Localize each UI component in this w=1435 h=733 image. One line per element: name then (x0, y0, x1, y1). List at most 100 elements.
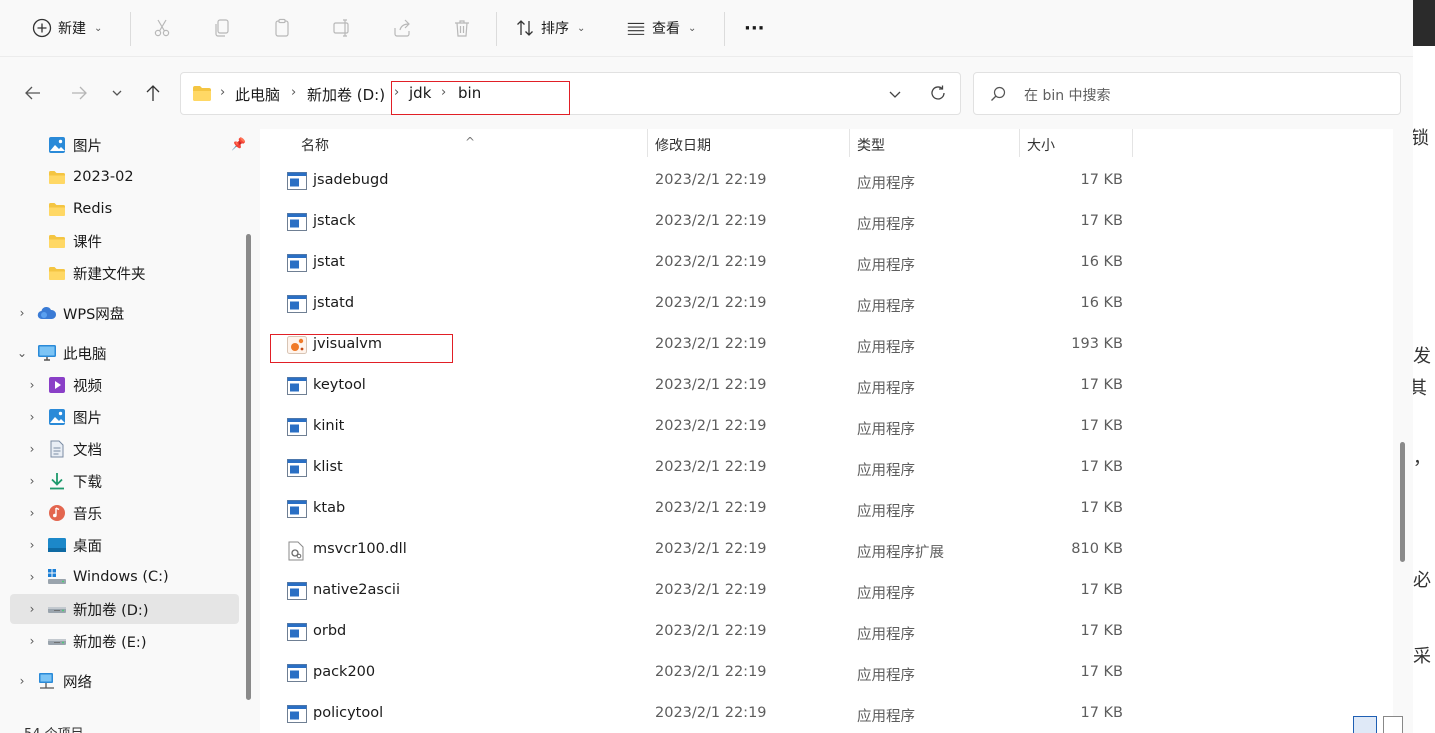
sidebar-item-label: 文档 (73, 442, 102, 459)
file-explorer-window: 新建 ⌄ 排序 ⌄ 查看 ⌄ ··· › 此电脑 › 新加卷 (D:) › jd… (0, 0, 1413, 733)
file-row[interactable]: jstack 2023/2/1 22:19 应用程序 17 KB (260, 201, 1393, 242)
rename-button[interactable] (332, 12, 352, 44)
sort-button[interactable]: 排序 ⌄ (515, 12, 585, 44)
chevron-right-icon[interactable]: › (25, 538, 39, 552)
sidebar-item-2023-02[interactable]: 2023-02 (10, 162, 239, 192)
sidebar-item-downloads[interactable]: › 下载 (10, 466, 239, 496)
breadcrumb-this-pc[interactable]: 此电脑 (235, 84, 280, 105)
file-row[interactable]: native2ascii 2023/2/1 22:19 应用程序 17 KB (260, 570, 1393, 611)
refresh-icon[interactable] (929, 84, 947, 106)
more-options-button[interactable]: ··· (744, 12, 765, 44)
column-header-size[interactable]: 大小 (1027, 135, 1055, 155)
file-row[interactable]: msvcr100.dll 2023/2/1 22:19 应用程序扩展 810 KB (260, 529, 1393, 570)
forward-button[interactable] (67, 81, 91, 105)
sidebar-item-drive-e[interactable]: › 新加卷 (E:) (10, 626, 239, 656)
address-bar[interactable]: › 此电脑 › 新加卷 (D:) › jdk › bin (180, 72, 961, 115)
sidebar-item-new-folder[interactable]: 新建文件夹 (10, 258, 239, 288)
background-titlebar (1413, 0, 1435, 46)
search-input[interactable]: 在 bin 中搜索 (973, 72, 1401, 115)
sidebar-item-drive-d[interactable]: › 新加卷 (D:) (10, 594, 239, 624)
computer-icon (37, 344, 57, 362)
file-name: klist (313, 459, 343, 475)
file-row[interactable]: orbd 2023/2/1 22:19 应用程序 17 KB (260, 611, 1393, 652)
sidebar-item-documents[interactable]: › 文档 (10, 434, 239, 464)
share-button[interactable] (392, 12, 412, 44)
file-row[interactable]: ktab 2023/2/1 22:19 应用程序 17 KB (260, 488, 1393, 529)
delete-button[interactable] (452, 12, 472, 44)
chevron-right-icon[interactable]: › (15, 306, 29, 320)
sidebar-scrollbar[interactable] (246, 234, 251, 700)
chevron-right-icon[interactable]: › (25, 474, 39, 488)
column-header-name[interactable]: 名称 (301, 135, 329, 155)
file-row[interactable]: jstatd 2023/2/1 22:19 应用程序 16 KB (260, 283, 1393, 324)
column-divider[interactable] (647, 129, 648, 157)
sidebar-item-label: 图片 (73, 410, 102, 427)
folder-icon (47, 168, 67, 186)
sidebar-item-music[interactable]: › 音乐 (10, 498, 239, 528)
file-row[interactable]: policytool 2023/2/1 22:19 应用程序 17 KB (260, 693, 1393, 733)
arrow-right-icon (72, 86, 87, 100)
sidebar-item-drive-c[interactable]: › Windows (C:) (10, 562, 239, 592)
view-button[interactable]: 查看 ⌄ (626, 12, 696, 44)
copy-button[interactable] (212, 12, 232, 44)
details-view-button[interactable] (1353, 716, 1377, 733)
breadcrumb-drive-d[interactable]: 新加卷 (D:) (307, 84, 385, 105)
sidebar-item-pictures[interactable]: › 图片 (10, 402, 239, 432)
pin-icon[interactable]: 📌 (231, 137, 246, 151)
chevron-right-icon[interactable]: › (25, 442, 39, 456)
chevron-right-icon[interactable]: › (25, 602, 39, 616)
file-row[interactable]: pack200 2023/2/1 22:19 应用程序 17 KB (260, 652, 1393, 693)
sidebar-item-label: 课件 (73, 234, 102, 251)
file-row[interactable]: keytool 2023/2/1 22:19 应用程序 17 KB (260, 365, 1393, 406)
file-list-scroll-thumb[interactable] (1400, 442, 1405, 562)
chevron-right-icon[interactable]: › (25, 410, 39, 424)
file-date: 2023/2/1 22:19 (655, 623, 767, 639)
file-type: 应用程序 (857, 422, 915, 438)
file-row[interactable]: jstat 2023/2/1 22:19 应用程序 16 KB (260, 242, 1393, 283)
file-size: 17 KB (1080, 213, 1123, 229)
cut-button[interactable] (152, 12, 172, 44)
file-list-scrollbar[interactable] (1393, 129, 1413, 733)
sidebar-item-this-pc[interactable]: ⌄ 此电脑 (10, 338, 239, 368)
column-divider[interactable] (849, 129, 850, 157)
back-button[interactable] (21, 81, 45, 105)
chevron-right-icon[interactable]: › (25, 634, 39, 648)
chevron-right-icon[interactable]: › (25, 570, 39, 584)
dll-icon (287, 541, 307, 561)
sidebar-item-label: Redis (73, 201, 113, 217)
sidebar-item-network[interactable]: › 网络 (10, 666, 239, 696)
sidebar-item-pictures-pinned[interactable]: 图片 📌 (10, 130, 246, 160)
file-date: 2023/2/1 22:19 (655, 254, 767, 270)
file-type: 应用程序 (857, 340, 915, 356)
address-history-chevron-icon[interactable] (887, 86, 903, 106)
column-divider[interactable] (1019, 129, 1020, 157)
sidebar-item-wps-cloud[interactable]: › WPS网盘 (10, 298, 239, 328)
file-row[interactable]: klist 2023/2/1 22:19 应用程序 17 KB (260, 447, 1393, 488)
file-row[interactable]: jsadebugd 2023/2/1 22:19 应用程序 17 KB (260, 160, 1393, 201)
sidebar-item-desktop[interactable]: › 桌面 (10, 530, 239, 560)
new-button[interactable]: 新建 ⌄ (32, 12, 102, 44)
recent-locations-button[interactable] (105, 81, 129, 105)
tiles-view-button[interactable] (1383, 716, 1403, 733)
sidebar-item-redis[interactable]: Redis (10, 194, 239, 224)
up-button[interactable] (141, 81, 165, 105)
chevron-right-icon[interactable]: › (25, 378, 39, 392)
sidebar-item-courseware[interactable]: 课件 (10, 226, 239, 256)
chevron-right-icon[interactable]: › (25, 506, 39, 520)
file-row[interactable]: kinit 2023/2/1 22:19 应用程序 17 KB (260, 406, 1393, 447)
file-size: 17 KB (1080, 582, 1123, 598)
chevron-right-icon[interactable]: › (15, 674, 29, 688)
paste-button[interactable] (272, 12, 292, 44)
exe-icon (287, 418, 307, 436)
column-header-type[interactable]: 类型 (857, 135, 885, 155)
column-divider[interactable] (1132, 129, 1133, 157)
sort-label: 排序 (541, 21, 569, 37)
chevron-down-icon[interactable]: ⌄ (15, 346, 29, 360)
file-size: 16 KB (1080, 295, 1123, 311)
sidebar-item-videos[interactable]: › 视频 (10, 370, 239, 400)
file-size: 17 KB (1080, 705, 1123, 721)
video-icon (47, 376, 67, 394)
file-name: jstack (313, 213, 356, 229)
column-header-date[interactable]: 修改日期 (655, 135, 711, 155)
file-list: ^ 名称 修改日期 类型 大小 jsadebugd 2023/2/1 22:19 应… (260, 129, 1393, 733)
